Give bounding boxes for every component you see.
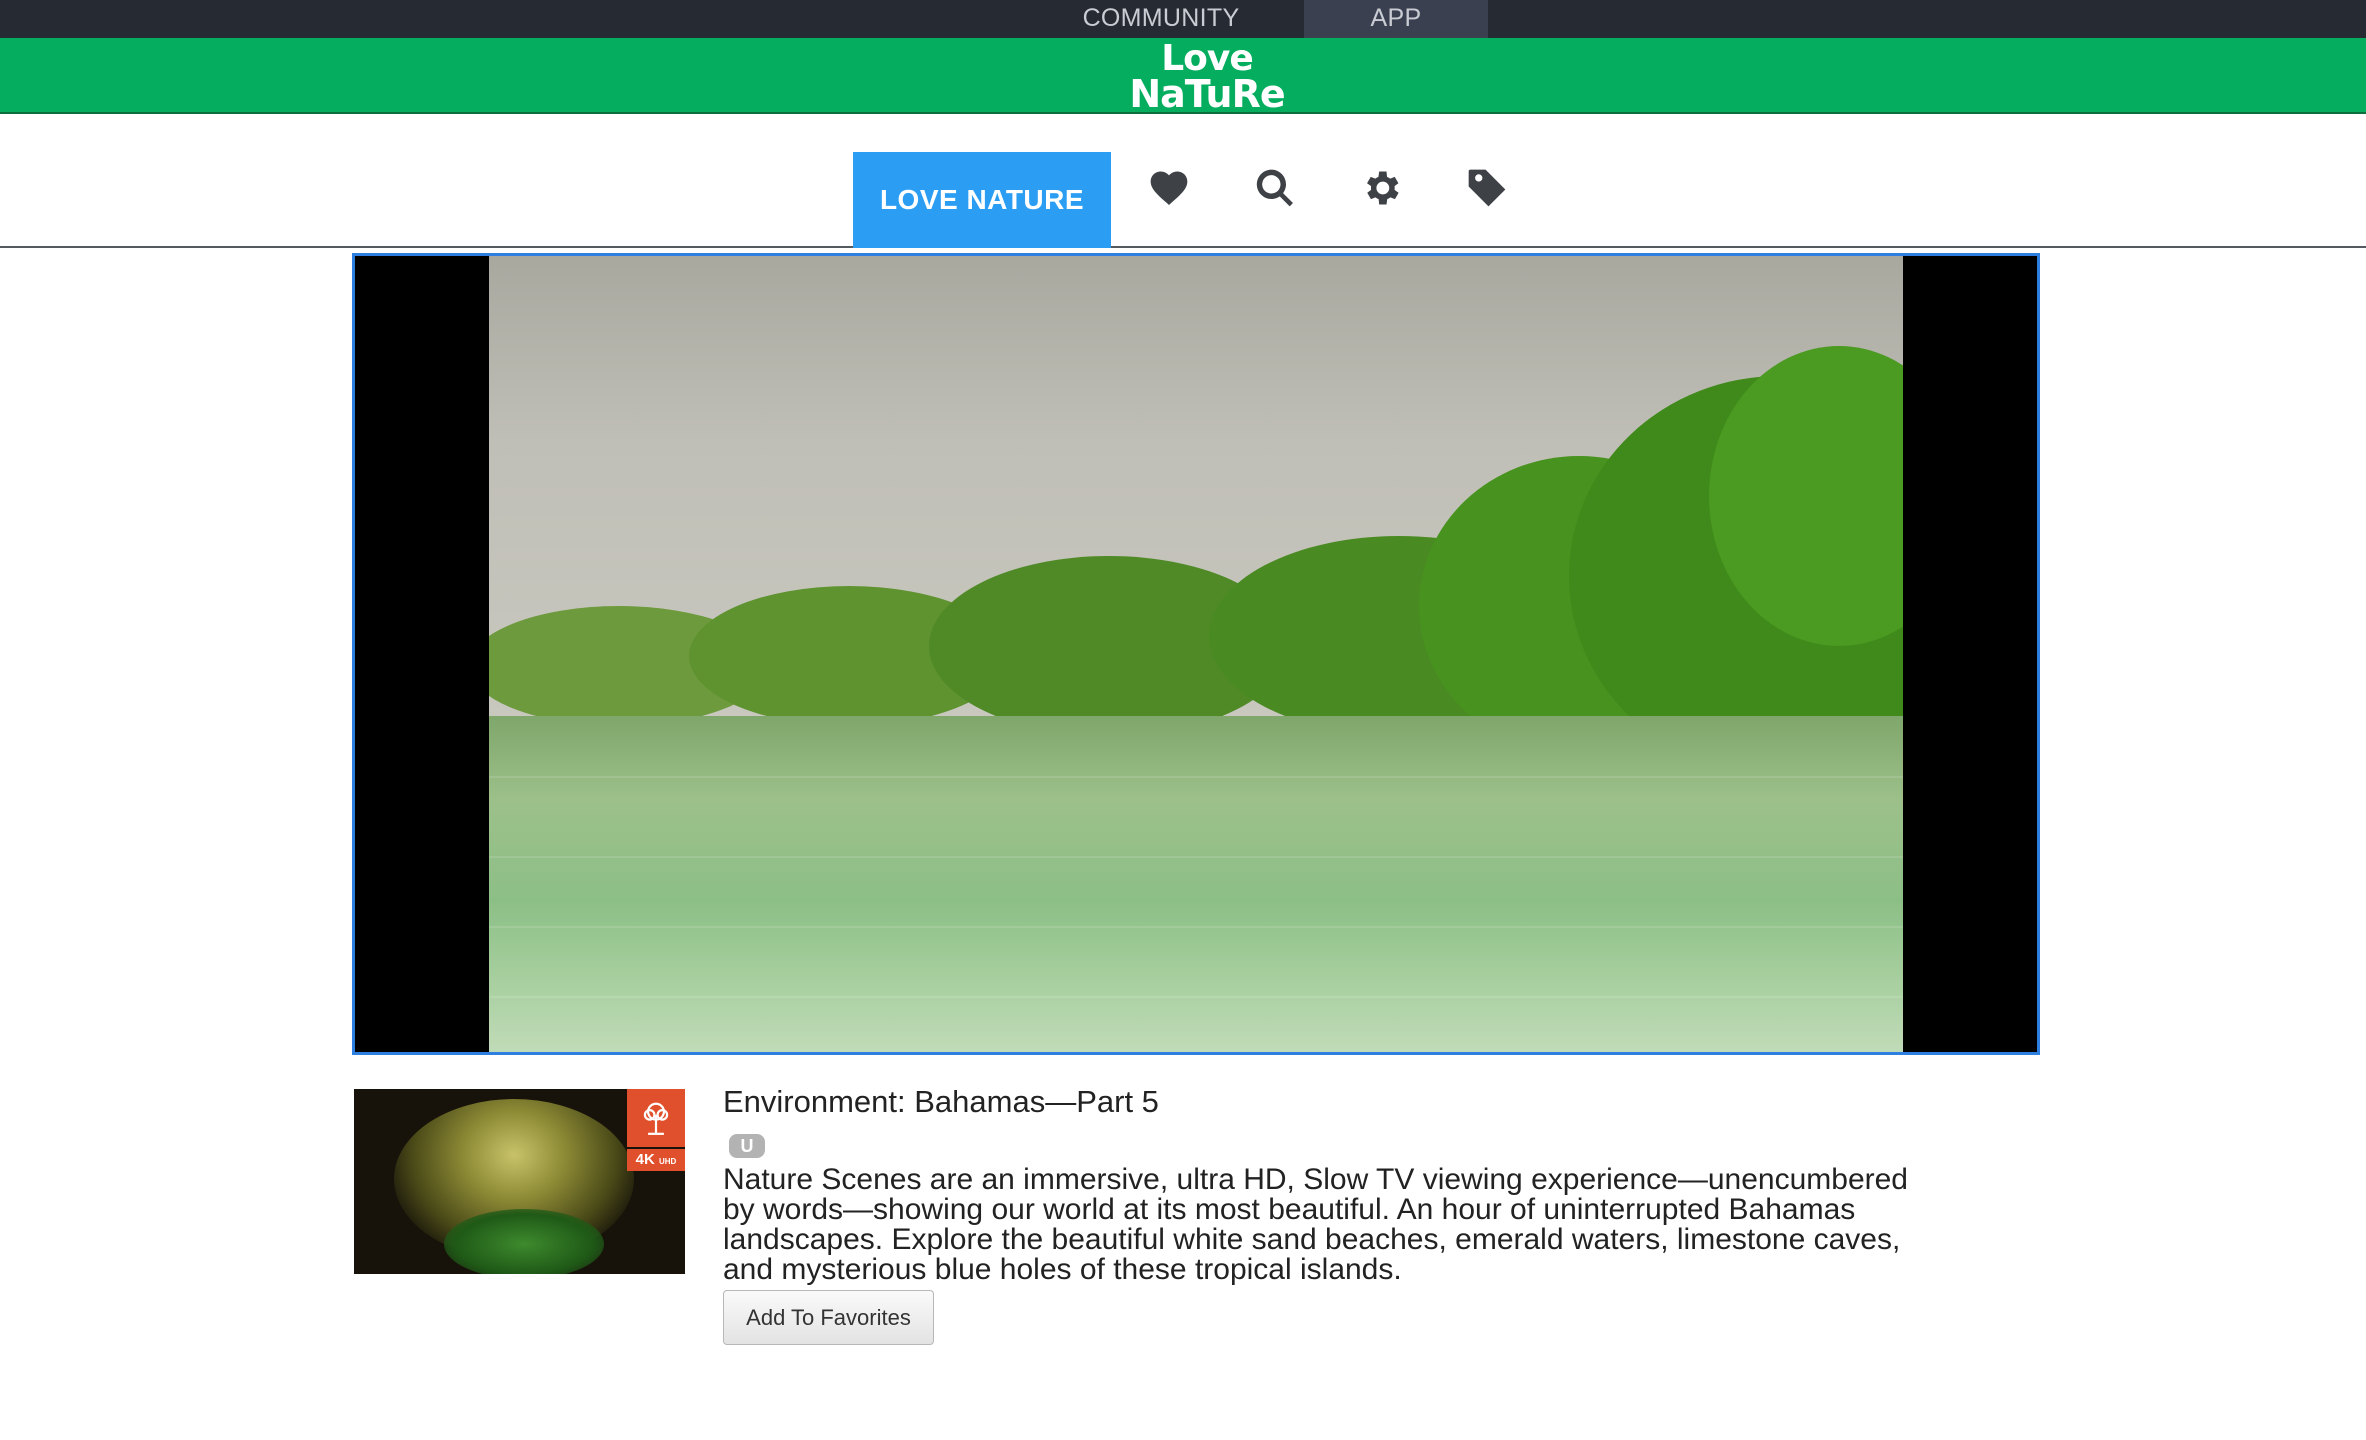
program-thumbnail[interactable]: 4K UHD xyxy=(354,1089,685,1274)
search-icon[interactable] xyxy=(1243,156,1307,220)
program-description: Nature Scenes are an immersive, ultra HD… xyxy=(723,1163,1908,1286)
top-bar: COMMUNITY APP xyxy=(0,0,2366,38)
video-player[interactable] xyxy=(352,253,2040,1055)
main-nav: LOVE NATURE xyxy=(0,114,2366,248)
video-water xyxy=(489,716,1903,1052)
nav-love-nature-button[interactable]: LOVE NATURE xyxy=(853,152,1111,248)
love-nature-logo[interactable]: Love NaTuRe xyxy=(1122,38,1292,116)
logo-line-1: Love xyxy=(1161,38,1254,79)
brand-bar: Love NaTuRe xyxy=(0,38,2366,114)
heart-icon[interactable] xyxy=(1137,156,1201,220)
rating-badge: U xyxy=(729,1134,765,1158)
uhd-badge-sub: UHD xyxy=(659,1157,677,1166)
add-to-favorites-button[interactable]: Add To Favorites xyxy=(723,1290,934,1345)
logo-line-2: NaTuRe xyxy=(1129,72,1285,116)
gear-icon[interactable] xyxy=(1349,156,1413,220)
tree-icon xyxy=(627,1089,685,1147)
tag-icon[interactable] xyxy=(1455,156,1519,220)
tab-app[interactable]: APP xyxy=(1304,0,1488,38)
video-frame[interactable] xyxy=(489,256,1903,1052)
program-title: Environment: Bahamas—Part 5 xyxy=(723,1084,1159,1119)
tab-community[interactable]: COMMUNITY xyxy=(1020,0,1302,38)
uhd-badge-main: 4K xyxy=(635,1151,655,1168)
uhd-badge: 4K UHD xyxy=(627,1149,685,1171)
